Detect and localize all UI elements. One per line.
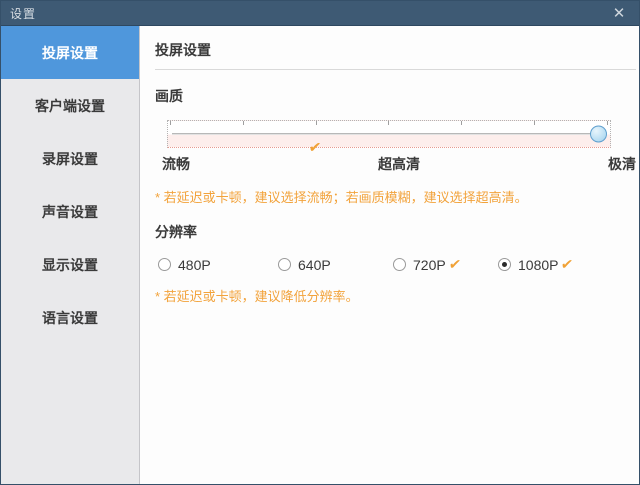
radio-option-480p[interactable]: 480P <box>158 256 278 273</box>
quality-note: * 若延迟或卡顿，建议选择流畅；若画质模糊，建议选择超高清。 <box>155 187 636 206</box>
window-body: 投屏设置客户端设置录屏设置声音设置显示设置语言设置 投屏设置 画质 ✔ 流畅 超… <box>1 26 639 484</box>
radio-circle-720p[interactable] <box>393 258 406 271</box>
radio-option-720p[interactable]: 720P✔ <box>393 256 498 273</box>
sidebar-item-recording[interactable]: 录屏设置 <box>1 132 139 185</box>
slider-tick <box>461 121 462 125</box>
slider-label-max: 极清 <box>608 154 636 174</box>
radio-circle-480p[interactable] <box>158 258 171 271</box>
slider-tick <box>607 121 608 125</box>
quality-slider[interactable]: ✔ <box>167 120 611 148</box>
resolution-section-label: 分辨率 <box>155 222 636 242</box>
radio-circle-1080p[interactable] <box>498 258 511 271</box>
resolution-options: 480P640P720P✔1080P✔ <box>158 256 636 273</box>
slider-label-mid: 超高清 <box>378 154 420 174</box>
close-icon[interactable]: ✕ <box>608 6 630 21</box>
radio-label: 480P <box>178 257 211 273</box>
page-title: 投屏设置 <box>155 37 636 69</box>
recommended-check-icon: ✔ <box>448 256 462 273</box>
slider-handle[interactable] <box>590 126 607 143</box>
radio-label: 720P <box>413 257 446 273</box>
sidebar-item-sound[interactable]: 声音设置 <box>1 185 139 238</box>
sidebar: 投屏设置客户端设置录屏设置声音设置显示设置语言设置 <box>1 26 140 484</box>
slider-tick <box>316 121 317 125</box>
slider-tick <box>170 121 171 125</box>
radio-label: 1080P <box>518 257 558 273</box>
quality-section-label: 画质 <box>155 86 636 106</box>
recommended-check-icon: ✔ <box>560 256 574 273</box>
header-divider <box>155 69 636 70</box>
titlebar[interactable]: 设置 ✕ <box>1 1 639 26</box>
sidebar-item-client[interactable]: 客户端设置 <box>1 79 139 132</box>
slider-tick <box>534 121 535 125</box>
radio-option-640p[interactable]: 640P <box>278 256 393 273</box>
slider-tick <box>388 121 389 125</box>
sidebar-item-language[interactable]: 语言设置 <box>1 291 139 344</box>
settings-window: 设置 ✕ 投屏设置客户端设置录屏设置声音设置显示设置语言设置 投屏设置 画质 ✔… <box>0 0 640 485</box>
radio-label: 640P <box>298 257 331 273</box>
slider-label-min: 流畅 <box>162 154 190 174</box>
slider-track <box>172 133 606 135</box>
sidebar-item-display[interactable]: 显示设置 <box>1 238 139 291</box>
radio-option-1080p[interactable]: 1080P✔ <box>498 256 573 273</box>
main-panel: 投屏设置 画质 ✔ 流畅 超高清 极清 * 若延迟或卡顿，建议选择流畅；若画质模… <box>140 26 640 484</box>
radio-circle-640p[interactable] <box>278 258 291 271</box>
slider-tick <box>243 121 244 125</box>
sidebar-item-screencast[interactable]: 投屏设置 <box>1 26 139 79</box>
window-title: 设置 <box>10 5 36 22</box>
slider-ticks <box>170 121 608 125</box>
slider-labels: 流畅 超高清 极清 <box>162 154 636 174</box>
resolution-note: * 若延迟或卡顿，建议降低分辨率。 <box>155 286 636 305</box>
